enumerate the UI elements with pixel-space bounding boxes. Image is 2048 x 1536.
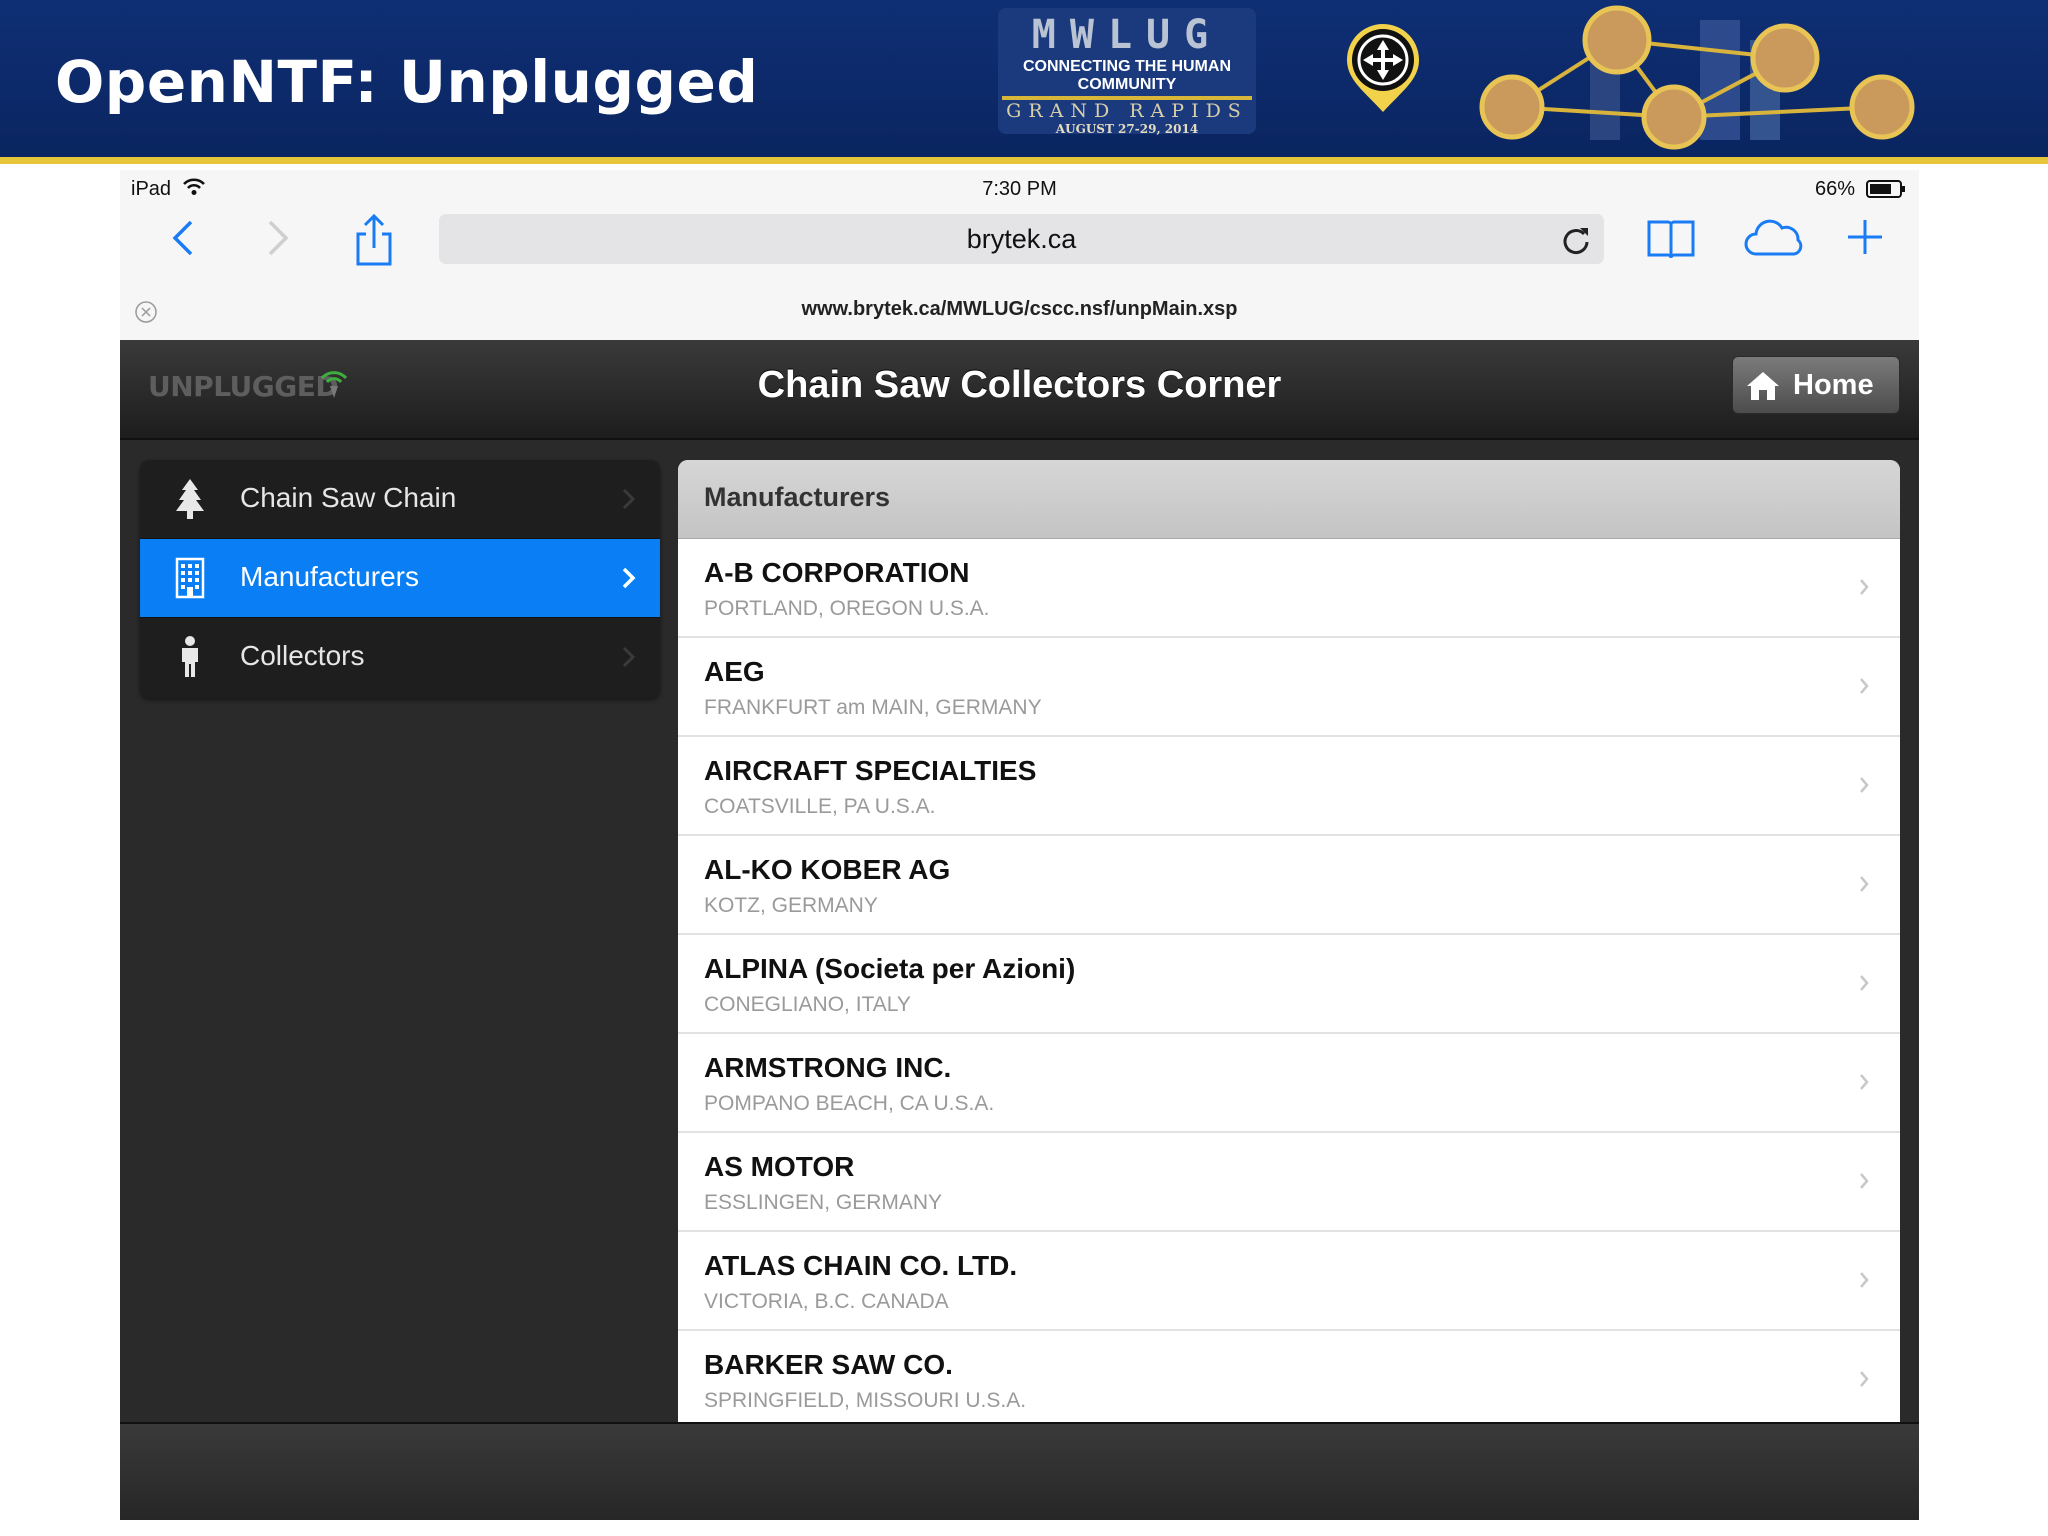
status-time: 7:30 PM [982, 178, 1057, 200]
manufacturer-location: COATSVILLE, PA U.S.A. [704, 795, 936, 818]
nav-item-label: Collectors [240, 640, 365, 671]
nav-item-label: Manufacturers [240, 561, 419, 592]
compass-icon [1347, 24, 1419, 112]
bottom-toolbar [120, 1422, 1919, 1520]
manufacturer-name: AEG [704, 656, 765, 687]
chevron-right-icon [1860, 975, 1869, 991]
list-header: Manufacturers [678, 460, 1900, 539]
manufacturer-name: AIRCRAFT SPECIALTIES [704, 755, 1037, 786]
list-item[interactable]: A-B CORPORATION PORTLAND, OREGON U.S.A. [678, 539, 1900, 638]
tab-title[interactable]: www.brytek.ca/MWLUG/cscc.nsf/unpMain.xsp [120, 298, 1919, 321]
slide-title: OpenNTF: Unplugged [55, 48, 759, 116]
unplugged-logo: UNPLUGGED [148, 370, 339, 403]
chevron-right-icon [1860, 1074, 1869, 1090]
manufacturer-location: PORTLAND, OREGON U.S.A. [704, 597, 990, 620]
list-item[interactable]: AS MOTOR ESSLINGEN, GERMANY [678, 1133, 1900, 1232]
nav-item-label: Chain Saw Chain [240, 482, 457, 513]
building-icon [175, 557, 205, 599]
app-header: UNPLUGGED Chain Saw Collectors Corner Ho… [120, 340, 1919, 440]
logo-date: AUGUST 27-29, 2014 [1055, 122, 1199, 136]
nav-panel: Chain Saw Chain Manufacturers Collectors [140, 460, 660, 698]
mwlug-logo: MWLUG CONNECTING THE HUMAN COMMUNITY GRA… [998, 8, 1256, 136]
ipad-screen: iPad 7:30 PM 66% brytek.ca www.brytek.ca… [120, 170, 1919, 1520]
manufacturer-name: ATLAS CHAIN CO. LTD. [704, 1250, 1018, 1281]
app-title: Chain Saw Collectors Corner [757, 364, 1282, 406]
reload-icon[interactable] [1560, 224, 1592, 256]
slide-banner: OpenNTF: Unplugged MWLUG CONNECTING THE … [0, 0, 2048, 157]
manufacturer-name: AS MOTOR [704, 1151, 855, 1182]
list-item[interactable]: ALPINA (Societa per Azioni) CONEGLIANO, … [678, 935, 1900, 1034]
address-text: brytek.ca [966, 224, 1077, 254]
home-icon [1747, 372, 1779, 400]
chevron-right-icon [1860, 777, 1869, 793]
home-label: Home [1793, 369, 1874, 401]
cloud-icon[interactable] [1742, 216, 1806, 260]
chevron-right-icon [622, 567, 636, 589]
chevron-right-icon [1860, 1173, 1869, 1189]
nav-item-manufacturers[interactable]: Manufacturers [140, 539, 660, 617]
list-item[interactable]: AEG FRANKFURT am MAIN, GERMANY [678, 638, 1900, 737]
logo-city: GRAND RAPIDS [1006, 100, 1248, 122]
list-item[interactable]: AIRCRAFT SPECIALTIES COATSVILLE, PA U.S.… [678, 737, 1900, 836]
new-tab-icon[interactable] [1844, 216, 1886, 258]
list-item[interactable]: ATLAS CHAIN CO. LTD. VICTORIA, B.C. CANA… [678, 1232, 1900, 1331]
manufacturer-name: AL-KO KOBER AG [704, 854, 951, 885]
chevron-right-icon [622, 646, 636, 668]
person-icon [182, 636, 198, 677]
chevron-right-icon [622, 488, 636, 510]
address-bar[interactable]: brytek.ca [439, 214, 1604, 264]
chevron-right-icon [1860, 876, 1869, 892]
banner-stripe [0, 157, 2048, 164]
unplugged-app: UNPLUGGED Chain Saw Collectors Corner Ho… [120, 340, 1919, 1520]
home-button[interactable]: Home [1732, 356, 1900, 414]
status-bar: iPad 7:30 PM 66% [120, 170, 1919, 210]
logo-letters: MWLUG [1031, 12, 1223, 58]
manufacturer-location: CONEGLIANO, ITALY [704, 993, 911, 1016]
list-rows: A-B CORPORATION PORTLAND, OREGON U.S.A. … [678, 539, 1900, 1430]
manufacturer-location: FRANKFURT am MAIN, GERMANY [704, 696, 1042, 719]
nav-item-chain-saw-chain[interactable]: Chain Saw Chain [140, 460, 660, 538]
forward-icon[interactable] [260, 212, 296, 264]
manufacturer-location: VICTORIA, B.C. CANADA [704, 1290, 949, 1313]
manufacturer-name: A-B CORPORATION [704, 557, 970, 588]
share-icon[interactable] [352, 212, 396, 268]
manufacturer-location: SPRINGFIELD, MISSOURI U.S.A. [704, 1389, 1027, 1412]
list-item[interactable]: ARMSTRONG INC. POMPANO BEACH, CA U.S.A. [678, 1034, 1900, 1133]
manufacturer-name: ALPINA (Societa per Azioni) [704, 953, 1076, 984]
people-network-graphic [1479, 5, 1915, 150]
nav-item-collectors[interactable]: Collectors [140, 618, 660, 696]
chevron-right-icon [1860, 678, 1869, 694]
logo-tagline: CONNECTING THE HUMAN COMMUNITY [1023, 58, 1231, 93]
manufacturer-name: ARMSTRONG INC. [704, 1052, 952, 1083]
manufacturer-location: POMPANO BEACH, CA U.S.A. [704, 1092, 995, 1115]
battery-percent: 66% [1815, 178, 1856, 200]
chevron-right-icon [1860, 579, 1869, 595]
tree-icon [176, 479, 204, 519]
back-icon[interactable] [165, 212, 201, 264]
chevron-right-icon [1860, 1272, 1869, 1288]
manufacturer-name: BARKER SAW CO. [704, 1349, 953, 1380]
manufacturers-list: Manufacturers A-B CORPORATION PORTLAND, … [678, 460, 1900, 1520]
battery-icon [1866, 180, 1905, 198]
list-item[interactable]: AL-KO KOBER AG KOTZ, GERMANY [678, 836, 1900, 935]
bookmarks-icon[interactable] [1646, 216, 1696, 262]
list-header-label: Manufacturers [704, 482, 891, 512]
antenna-icon [320, 371, 348, 398]
manufacturer-location: ESSLINGEN, GERMANY [704, 1191, 943, 1214]
manufacturer-location: KOTZ, GERMANY [704, 894, 878, 917]
list-item[interactable]: BARKER SAW CO. SPRINGFIELD, MISSOURI U.S… [678, 1331, 1900, 1430]
chevron-right-icon [1860, 1371, 1869, 1387]
